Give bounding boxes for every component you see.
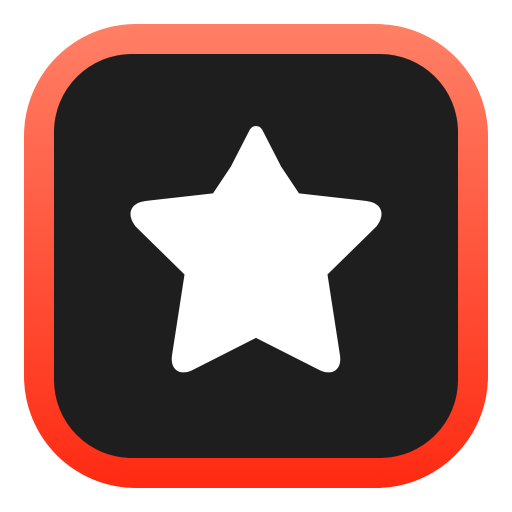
star-icon	[130, 126, 382, 373]
icon-canvas	[0, 0, 512, 512]
app-icon-tile	[54, 54, 458, 458]
app-icon[interactable]	[24, 24, 488, 488]
